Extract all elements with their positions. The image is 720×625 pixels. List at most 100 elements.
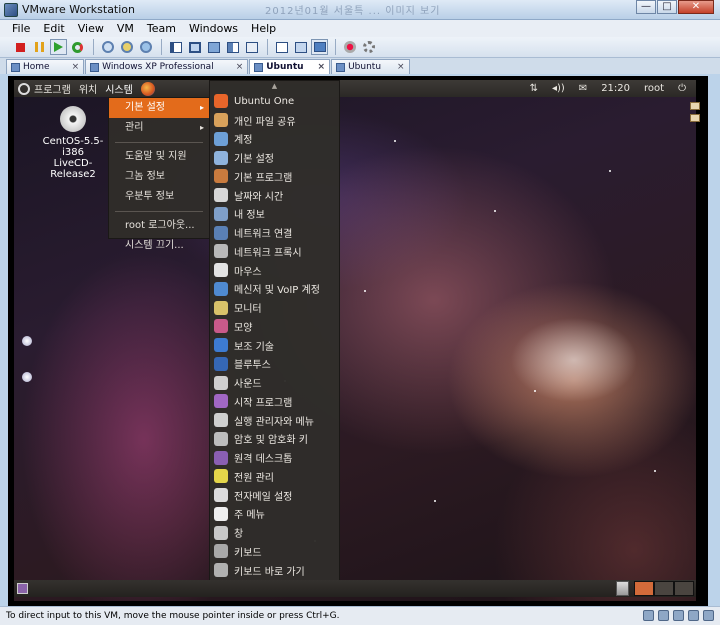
settings-icon — [362, 41, 375, 53]
preferences-item[interactable]: 키보드 — [210, 542, 339, 561]
preferences-item[interactable]: 계정 — [210, 130, 339, 149]
reset-button[interactable] — [69, 39, 86, 55]
devices-button[interactable] — [341, 39, 358, 55]
system-menu-item-administration[interactable]: 관리 ▸ — [109, 118, 209, 138]
menu-applications[interactable]: 프로그램 — [34, 81, 71, 96]
preferences-item[interactable]: 모니터 — [210, 298, 339, 317]
preference-app-icon — [214, 525, 228, 540]
user-menu[interactable]: root — [644, 83, 664, 94]
menu-scroll-up[interactable]: ▲ — [210, 81, 339, 92]
preferences-item[interactable]: 블루투스 — [210, 355, 339, 374]
preferences-item[interactable]: 네트워크 프록시 — [210, 242, 339, 261]
close-button[interactable]: ✕ — [678, 0, 714, 14]
preferences-item[interactable]: 기본 프로그램 — [210, 167, 339, 186]
preferences-item[interactable]: 창 — [210, 523, 339, 542]
preferences-item[interactable]: 날짜와 시간 — [210, 186, 339, 205]
preferences-item-label: Ubuntu One — [234, 95, 295, 107]
menu-file[interactable]: File — [12, 22, 30, 35]
preferences-item[interactable]: 개인 파일 공유 — [210, 111, 339, 130]
system-menu-item-help[interactable]: 도움말 및 지원 — [109, 147, 209, 167]
tab-close-icon[interactable]: × — [236, 62, 244, 72]
preferences-item[interactable]: 주 메뉴 — [210, 505, 339, 524]
network-icon[interactable]: ⇅ — [530, 83, 538, 94]
settings-button[interactable] — [360, 39, 377, 55]
tab-ubuntu[interactable]: Ubuntu × — [331, 59, 410, 74]
tab-close-icon[interactable]: × — [397, 62, 405, 72]
sound-icon[interactable] — [703, 610, 714, 621]
suspend-button[interactable] — [31, 39, 48, 55]
preference-app-icon — [214, 225, 228, 240]
power-icon[interactable]: ⏻ — [678, 83, 686, 94]
unity-button[interactable] — [224, 39, 241, 55]
preferences-item[interactable]: 실행 관리자와 메뉴 — [210, 411, 339, 430]
menu-places[interactable]: 위치 — [79, 81, 97, 96]
workspace-3[interactable] — [674, 581, 694, 596]
minimize-button[interactable]: — — [636, 0, 656, 14]
console-view-button[interactable] — [243, 39, 260, 55]
preference-app-icon — [214, 94, 228, 109]
network-adapter-icon[interactable] — [673, 610, 684, 621]
snapshot-manager-button[interactable] — [137, 39, 154, 55]
power-off-button[interactable] — [12, 39, 29, 55]
ubuntu-logo-icon[interactable] — [18, 82, 30, 95]
preferences-item[interactable]: 시작 프로그램 — [210, 392, 339, 411]
system-menu-item-preferences[interactable]: 기본 설정 ▸ — [109, 98, 209, 118]
firefox-icon[interactable] — [140, 81, 155, 96]
preferences-item[interactable]: 네트워크 연결 — [210, 223, 339, 242]
launcher-icon[interactable] — [690, 102, 700, 110]
cd-drive-icon[interactable] — [658, 610, 669, 621]
preferences-item[interactable]: 키보드 바로 가기 — [210, 561, 339, 580]
full-screen-icon — [207, 41, 220, 53]
tab-close-icon[interactable]: × — [72, 62, 80, 72]
launcher-icon[interactable] — [690, 114, 700, 122]
preferences-item[interactable]: Ubuntu One — [210, 92, 339, 111]
tab-windows-xp[interactable]: Windows XP Professional × — [85, 59, 249, 74]
preferences-item[interactable]: 모양 — [210, 317, 339, 336]
system-menu-item-logout[interactable]: root 로그아웃... — [109, 216, 209, 236]
menu-view[interactable]: View — [78, 22, 104, 35]
preference-app-icon — [214, 356, 228, 371]
preferences-item[interactable]: 마우스 — [210, 261, 339, 280]
menu-team[interactable]: Team — [147, 22, 176, 35]
summary-view-button[interactable] — [273, 39, 290, 55]
preferences-item[interactable]: 보조 기술 — [210, 336, 339, 355]
system-menu-item-shutdown[interactable]: 시스템 끄기... — [109, 236, 209, 256]
system-menu-item-about-gnome[interactable]: 그놈 정보 — [109, 167, 209, 187]
show-sidebar-button[interactable] — [167, 39, 184, 55]
revert-snapshot-button[interactable] — [118, 39, 135, 55]
volume-icon[interactable]: ◂)) — [552, 83, 565, 94]
preferences-item[interactable]: 기본 설정 — [210, 148, 339, 167]
preferences-item[interactable]: 암호 및 암호화 키 — [210, 430, 339, 449]
power-on-button[interactable] — [50, 39, 67, 55]
preferences-item[interactable]: 메신저 및 VoIP 계정 — [210, 280, 339, 299]
preferences-item[interactable]: 전원 관리 — [210, 467, 339, 486]
console-full-button[interactable] — [311, 39, 328, 55]
preferences-item[interactable]: 사운드 — [210, 373, 339, 392]
desktop-icon-centos-livecd[interactable]: CentOS-5.5-i386 LiveCD-Release2 — [33, 106, 113, 180]
trash-icon[interactable] — [616, 581, 629, 596]
menu-edit[interactable]: Edit — [43, 22, 64, 35]
usb-icon[interactable] — [688, 610, 699, 621]
workspace-1[interactable] — [634, 581, 654, 596]
preferences-item[interactable]: 내 정보 — [210, 205, 339, 224]
quick-switch-button[interactable] — [186, 39, 203, 55]
appliance-view-button[interactable] — [292, 39, 309, 55]
maximize-button[interactable]: □ — [657, 0, 677, 14]
tab-home[interactable]: Home × — [6, 59, 85, 74]
menu-vm[interactable]: VM — [117, 22, 134, 35]
show-desktop-icon[interactable] — [17, 583, 28, 594]
menu-system[interactable]: 시스템 — [105, 81, 133, 96]
menu-help[interactable]: Help — [251, 22, 276, 35]
tab-close-icon[interactable]: × — [318, 62, 326, 72]
preferences-item[interactable]: 전자메일 설정 — [210, 486, 339, 505]
mail-icon[interactable]: ✉ — [579, 83, 587, 94]
menu-windows[interactable]: Windows — [189, 22, 238, 35]
tab-ubuntu-active[interactable]: Ubuntu × — [249, 59, 331, 74]
snapshot-button[interactable] — [99, 39, 116, 55]
preferences-item[interactable]: 원격 데스크톱 — [210, 448, 339, 467]
system-menu-item-about-ubuntu[interactable]: 우분투 정보 — [109, 187, 209, 207]
clock[interactable]: 21:20 — [601, 83, 630, 94]
full-screen-button[interactable] — [205, 39, 222, 55]
hard-disk-icon[interactable] — [643, 610, 654, 621]
workspace-2[interactable] — [654, 581, 674, 596]
